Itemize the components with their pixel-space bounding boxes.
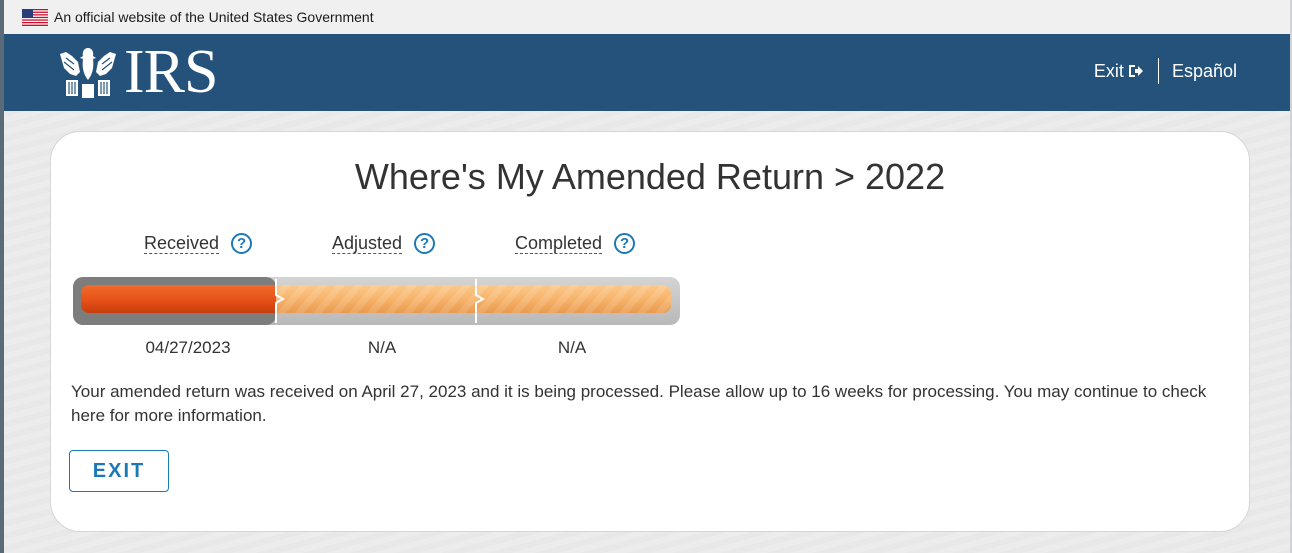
step-adjusted-label[interactable]: Adjusted	[332, 233, 403, 254]
help-icon[interactable]: ?	[231, 233, 253, 254]
status-message: Your amended return was received on Apri…	[71, 382, 1207, 425]
gov-banner-text: An official website of the United States…	[54, 9, 374, 25]
irs-eagle-icon	[60, 48, 116, 98]
status-card: Where's My Amended Return > 2022 Receive…	[50, 131, 1250, 532]
espanol-link[interactable]: Español	[1172, 61, 1237, 82]
help-icon[interactable]: ?	[414, 233, 436, 254]
header-nav: Exit Español	[1094, 58, 1237, 84]
header-exit-label: Exit	[1093, 60, 1124, 81]
progress-segment-received	[81, 285, 276, 313]
exit-button[interactable]: EXIT	[69, 450, 169, 492]
help-icon[interactable]: ?	[614, 233, 636, 254]
step-labels: Received ? Adjusted ? Completed ?	[51, 233, 751, 259]
step-adjusted: Adjusted ?	[332, 233, 436, 254]
step-received-label[interactable]: Received	[144, 233, 220, 254]
step-completed-label[interactable]: Completed	[515, 233, 603, 254]
step-adjusted-date: N/A	[367, 338, 397, 357]
step-received-date: 04/27/2023	[145, 338, 231, 357]
site-header: IRS Exit Español	[4, 34, 1290, 111]
sign-out-icon	[1128, 65, 1143, 77]
nav-divider	[1157, 58, 1159, 84]
step-completed: Completed ?	[515, 233, 636, 254]
step-received: Received ?	[144, 233, 253, 254]
irs-logo[interactable]: IRS	[56, 38, 218, 106]
header-exit-link[interactable]: Exit	[1094, 61, 1144, 82]
step-completed-date: N/A	[557, 338, 587, 357]
progress-bar	[73, 277, 680, 325]
page-title: Where's My Amended Return > 2022	[354, 156, 946, 197]
gov-banner: An official website of the United States…	[4, 0, 1290, 34]
us-flag-icon	[22, 8, 48, 26]
irs-logo-text: IRS	[124, 38, 218, 106]
